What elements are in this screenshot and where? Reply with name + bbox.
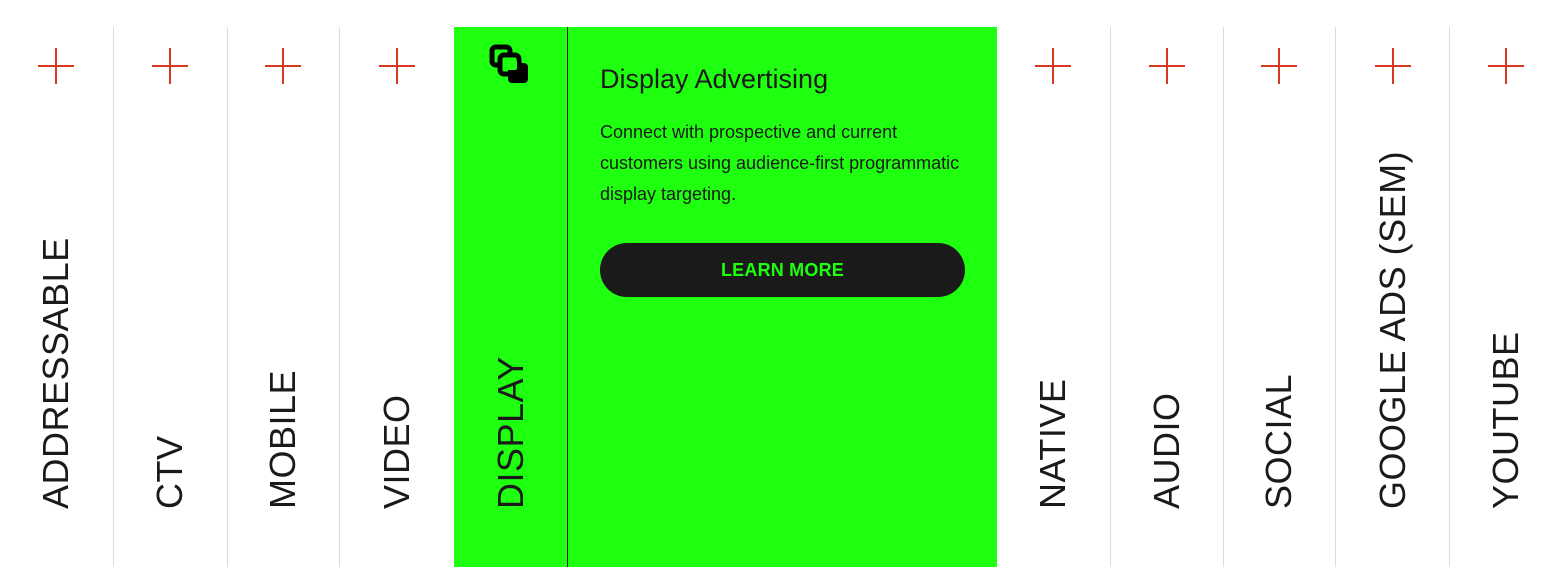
- plus-icon[interactable]: [38, 48, 75, 84]
- tab-audio[interactable]: AUDIO: [1111, 27, 1224, 567]
- tab-label-display: DISPLAY: [489, 356, 531, 509]
- tab-label-ctv: CTV: [149, 435, 191, 510]
- panel-description: Connect with prospective and current cus…: [599, 122, 960, 204]
- plus-icon[interactable]: [1374, 48, 1411, 84]
- tab-label-audio: AUDIO: [1145, 392, 1187, 509]
- tab-youtube[interactable]: YOUTUBE: [1450, 27, 1562, 567]
- tab-label-google-ads-sem: GOOGLE ADS (SEM): [1371, 150, 1413, 509]
- learn-more-button[interactable]: LEARN MORE: [599, 243, 965, 297]
- tab-display[interactable]: DISPLAY: [454, 27, 568, 567]
- tab-label-native: NATIVE: [1032, 378, 1074, 509]
- tab-addressable[interactable]: ADDRESSABLE: [0, 27, 114, 567]
- plus-icon[interactable]: [1035, 48, 1072, 84]
- tab-label-video: VIDEO: [376, 394, 418, 509]
- plus-icon[interactable]: [1488, 48, 1525, 84]
- plus-icon[interactable]: [1148, 48, 1185, 84]
- plus-icon[interactable]: [1261, 48, 1298, 84]
- tab-native[interactable]: NATIVE: [997, 27, 1111, 567]
- tab-label-youtube: YOUTUBE: [1485, 331, 1527, 509]
- panel-title: Display Advertising: [599, 64, 829, 94]
- tab-label-social: SOCIAL: [1258, 373, 1300, 509]
- plus-icon[interactable]: [379, 48, 416, 84]
- plus-icon[interactable]: [152, 48, 189, 84]
- tab-label-mobile: MOBILE: [262, 369, 304, 509]
- tab-google-ads-sem[interactable]: GOOGLE ADS (SEM): [1336, 27, 1451, 567]
- tab-social[interactable]: SOCIAL: [1224, 27, 1337, 567]
- ad-channel-accordion: ADDRESSABLE CTV MOBILE VIDEO DISPLAY Dis…: [0, 27, 1562, 567]
- tab-mobile[interactable]: MOBILE: [228, 27, 341, 567]
- tab-ctv[interactable]: CTV: [114, 27, 228, 567]
- display-ad-icon: [489, 44, 528, 83]
- plus-icon[interactable]: [265, 48, 302, 84]
- tab-video[interactable]: VIDEO: [340, 27, 454, 567]
- tab-label-addressable: ADDRESSABLE: [35, 237, 77, 509]
- display-content-panel: Display Advertising Connect with prospec…: [567, 27, 997, 567]
